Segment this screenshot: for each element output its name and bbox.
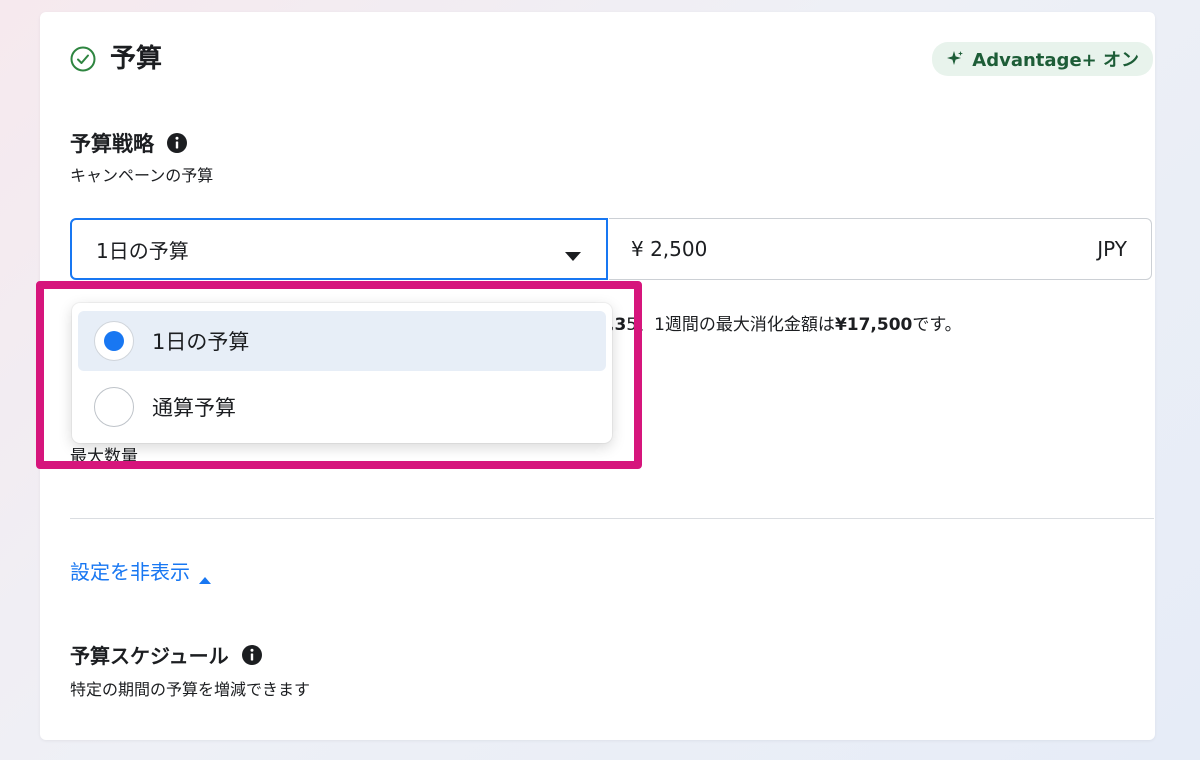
helper-suffix: です。 (912, 315, 962, 335)
budget-strategy-label: 予算戦略 (70, 128, 188, 158)
advantage-plus-badge[interactable]: Advantage+ オン (932, 42, 1153, 76)
budget-header: 予算 (70, 46, 162, 72)
option-lifetime-budget[interactable]: 通算予算 (78, 377, 606, 437)
hide-settings-label: 設定を非表示 (70, 560, 190, 584)
helper-mid: 5、1週間の最大消化金額は (626, 315, 835, 335)
caret-down-icon (564, 243, 582, 261)
radio-unselected-icon[interactable] (94, 387, 134, 427)
sparkle-icon (946, 50, 964, 68)
option-label: 通算予算 (152, 396, 236, 420)
divider (70, 518, 1154, 519)
helper-amount: ¥17,500 (834, 315, 913, 335)
caret-up-icon (198, 566, 212, 584)
currency-label: JPY (1097, 237, 1127, 261)
budget-type-value: 1日の予算 (96, 238, 189, 263)
radio-selected-icon[interactable] (94, 321, 134, 361)
budget-strategy-subtitle: キャンペーンの予算 (70, 166, 214, 185)
hide-settings-link[interactable]: 設定を非表示 (70, 556, 212, 585)
info-icon[interactable] (166, 132, 188, 154)
info-icon[interactable] (241, 644, 263, 666)
budget-schedule-title: 予算スケジュール (70, 644, 229, 668)
advantage-plus-label: Advantage+ オン (972, 50, 1139, 71)
budget-strategy-title: 予算戦略 (70, 132, 154, 156)
budget-schedule-subtitle: 特定の期間の予算を増減できます (70, 680, 311, 699)
budget-helper-text: ,35、1週間の最大消化金額は¥17,500です。 (608, 310, 962, 335)
budget-schedule-label: 予算スケジュール (70, 640, 263, 669)
option-label: 1日の予算 (152, 330, 250, 354)
budget-title: 予算 (110, 44, 163, 74)
max-quantity-label: 最大数量 (70, 447, 138, 467)
budget-amount-value: ¥ 2,500 (631, 237, 708, 261)
budget-amount-input[interactable]: ¥ 2,500 JPY (609, 218, 1152, 280)
option-daily-budget[interactable]: 1日の予算 (78, 311, 606, 371)
budget-type-select[interactable]: 1日の予算 (70, 218, 608, 280)
budget-type-dropdown: 1日の予算 通算予算 (72, 303, 612, 443)
check-circle-icon (70, 46, 96, 72)
